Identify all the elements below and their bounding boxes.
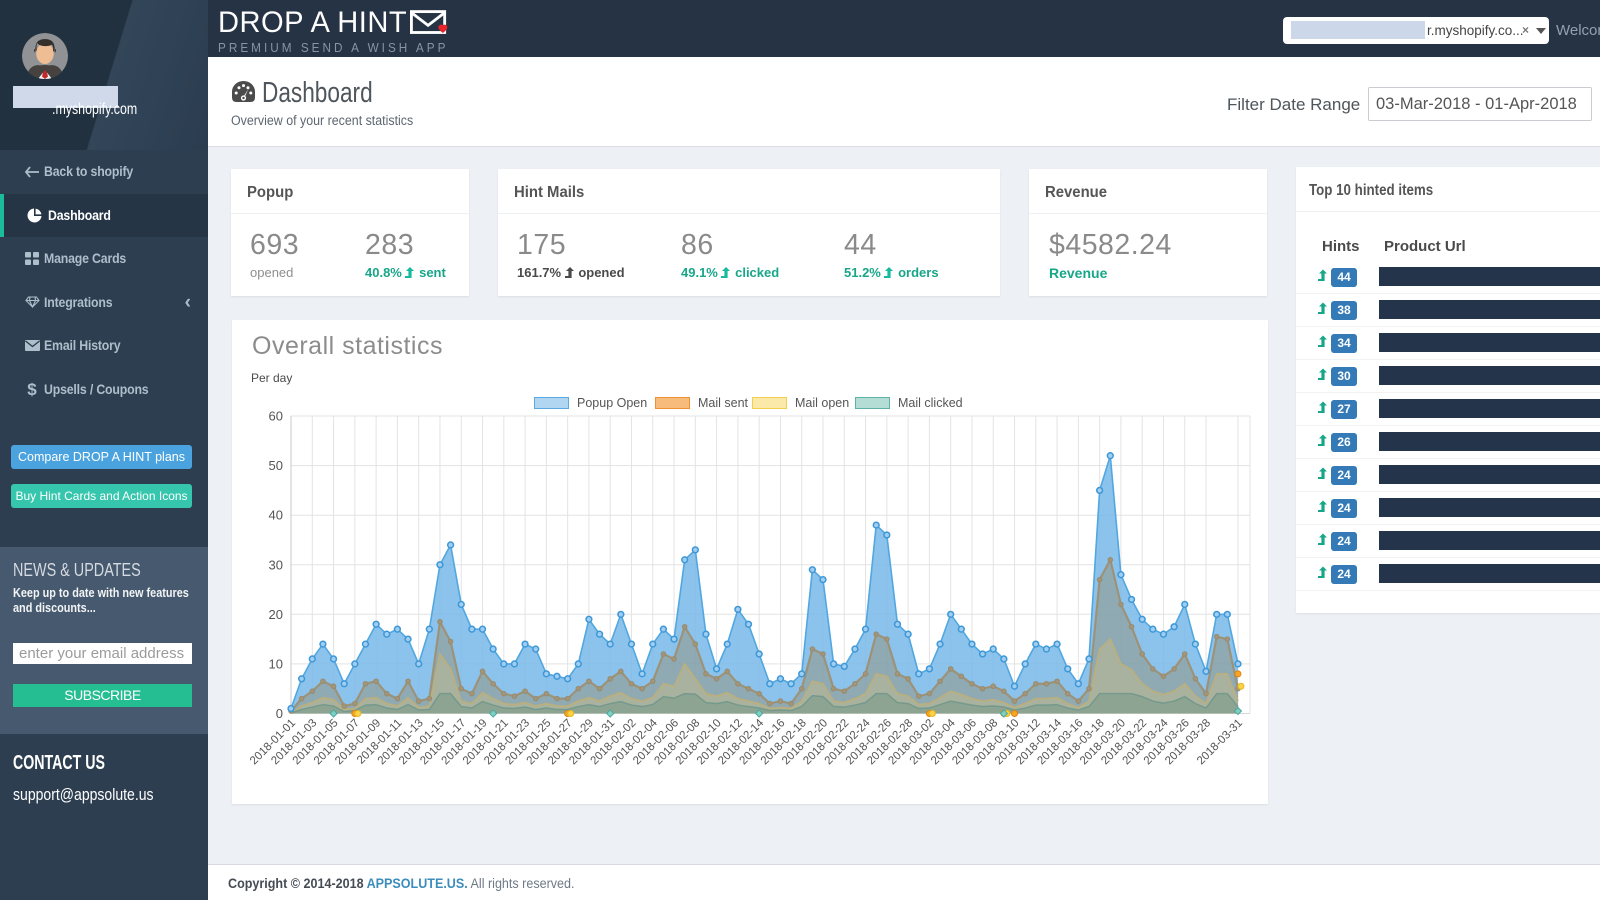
svg-text:20: 20	[269, 607, 283, 622]
svg-text:60: 60	[269, 409, 283, 424]
svg-text:10: 10	[269, 656, 283, 671]
svg-text:40: 40	[269, 508, 283, 523]
svg-text:50: 50	[269, 458, 283, 473]
svg-text:30: 30	[269, 557, 283, 572]
svg-text:0: 0	[276, 706, 283, 721]
